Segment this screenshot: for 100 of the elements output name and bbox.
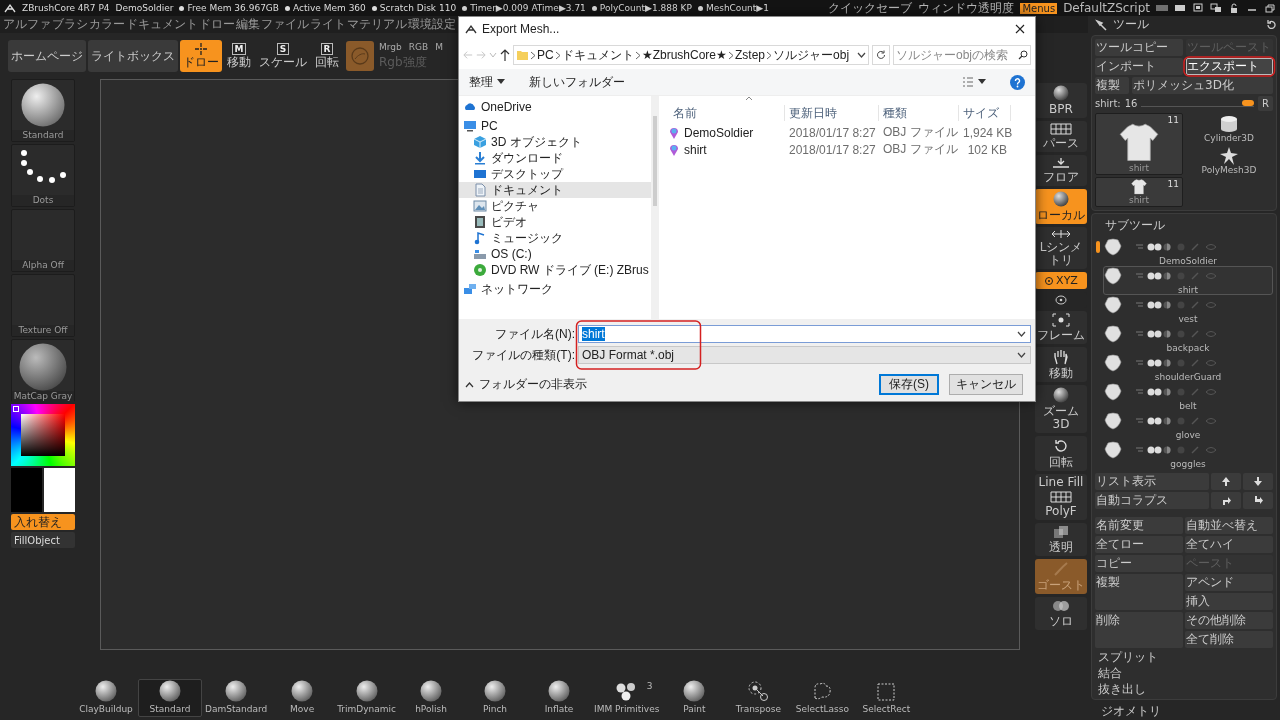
brush-button[interactable]: hPolish	[399, 679, 463, 717]
subtool-action-button[interactable]: 全て削除	[1185, 631, 1273, 648]
status-button[interactable]: ウィンドウ透明度	[918, 0, 1015, 17]
subtool-item[interactable]: shoulderGuard	[1103, 353, 1273, 382]
brush-button[interactable]: DamStandard	[202, 679, 271, 717]
subtool-action-button[interactable]: 全てハイ	[1185, 536, 1273, 553]
list-button[interactable]: リスト表示	[1095, 473, 1209, 490]
mode-toggle[interactable]: RGB	[408, 41, 429, 52]
arrow-button[interactable]	[1243, 492, 1273, 509]
brush-button[interactable]: Inflate	[527, 679, 591, 717]
window-icon[interactable]	[1192, 3, 1204, 13]
arrow-button[interactable]	[1211, 473, 1241, 490]
status-button[interactable]: クイックセーブ	[828, 0, 913, 17]
menu-item[interactable]: 環境設定	[408, 16, 456, 33]
nav-item[interactable]: OS (C:)	[459, 246, 651, 262]
subtool-item[interactable]: shirt	[1103, 266, 1273, 295]
brush-button[interactable]: Move	[270, 679, 335, 717]
bars-icon[interactable]	[1174, 3, 1186, 13]
tool-button[interactable]: インポート	[1095, 58, 1183, 75]
save-button[interactable]: 保存(S)	[879, 374, 939, 395]
thumbnail-tile[interactable]: MatCap Gray	[11, 339, 75, 402]
draw-button[interactable]: ドロー	[180, 40, 222, 72]
menu-item[interactable]: 結合	[1095, 666, 1273, 680]
slider-thumb[interactable]	[1242, 100, 1254, 106]
subtool-action-button[interactable]: 削除	[1095, 612, 1183, 648]
subtool-action-button[interactable]: 自動並べ替え	[1185, 517, 1273, 534]
tool-thumbnail[interactable]: 11 shirt	[1095, 113, 1183, 175]
chevron-down-icon[interactable]	[857, 51, 866, 59]
file-type-dropdown[interactable]: OBJ Format *.obj	[578, 346, 1031, 364]
brush-button[interactable]: Standard	[138, 679, 202, 717]
nav-item[interactable]: OneDrive	[459, 99, 651, 115]
brush-button[interactable]: TrimDynamic	[334, 679, 399, 717]
breadcrumb[interactable]: ソルジャーobj	[773, 46, 850, 64]
view-tool-button[interactable]: フロア	[1035, 155, 1087, 186]
tool-button[interactable]: エクスポート	[1185, 58, 1273, 75]
nav-item[interactable]: ドキュメント	[459, 182, 651, 198]
nav-item[interactable]: ネットワーク	[459, 281, 651, 297]
view-tool-button[interactable]: ソロ	[1035, 597, 1087, 630]
brush-button[interactable]: SelectRect	[854, 679, 919, 717]
window-icon[interactable]	[1210, 3, 1222, 13]
address-bar[interactable]: PC ドキュメント ★ZbrushCore★ Zstep ソルジャーobj	[513, 45, 869, 65]
column-header[interactable]: 種類	[879, 105, 959, 121]
view-tool-button[interactable]: XYZ	[1035, 272, 1087, 289]
section-header[interactable]: ジオメトリ	[1091, 702, 1277, 720]
menu-item[interactable]: ファイル	[261, 16, 309, 33]
tool-button[interactable]: 複製	[1095, 77, 1129, 94]
list-button[interactable]: 自動コラプス	[1095, 492, 1209, 509]
nav-item[interactable]: 3D オブジェクト	[459, 134, 651, 150]
subdivision-slider[interactable]	[1141, 100, 1254, 107]
cancel-button[interactable]: キャンセル	[949, 374, 1023, 395]
refresh-button[interactable]	[872, 45, 890, 65]
color-swatch[interactable]	[44, 468, 75, 512]
toolbar-button[interactable]: R 回転	[312, 40, 342, 72]
brush-button[interactable]: Pinch	[463, 679, 527, 717]
arrow-button[interactable]	[1243, 473, 1273, 490]
tool-item[interactable]: PolyMesh3D	[1185, 145, 1273, 175]
tool-button[interactable]: ツールコピー	[1095, 39, 1183, 56]
menu-item[interactable]: アルファ	[3, 16, 51, 33]
help-icon[interactable]	[1010, 74, 1025, 90]
subtool-action-button[interactable]: 名前変更	[1095, 517, 1183, 534]
subtool-item[interactable]: DemoSoldier	[1103, 237, 1273, 266]
thumbnail-tile[interactable]: Standard	[11, 79, 75, 142]
toolbar-button[interactable]: ホームページ	[8, 40, 86, 72]
search-field[interactable]: ソルジャーobjの検索	[893, 45, 1031, 65]
tool-button[interactable]: ポリメッシュ3D化	[1132, 77, 1273, 94]
brush-button[interactable]: Paint	[662, 679, 727, 717]
column-header[interactable]: 更新日時	[785, 105, 879, 121]
hide-folders-toggle[interactable]: フォルダーの非表示	[465, 376, 587, 393]
menu-item[interactable]: ドキュメント	[126, 16, 198, 33]
subtool-item[interactable]: goggles	[1103, 440, 1273, 469]
subtool-action-button[interactable]: 挿入	[1185, 593, 1273, 610]
mode-toggle[interactable]: M	[435, 41, 443, 52]
restore-icon[interactable]	[1264, 3, 1276, 13]
view-tool-button[interactable]: Line Fill PolyF	[1035, 474, 1087, 520]
view-tool-button[interactable]: BPR	[1035, 83, 1087, 118]
file-name-field[interactable]: shirt	[578, 325, 1031, 343]
menu-item[interactable]: ブラシ	[52, 16, 88, 33]
subtool-item[interactable]: glove	[1103, 411, 1273, 440]
subtool-action-button[interactable]: その他削除	[1185, 612, 1273, 629]
menu-item[interactable]: カラー	[89, 16, 125, 33]
subtool-action-button[interactable]: 複製	[1095, 574, 1183, 610]
mode-toggle[interactable]: Mrgb	[379, 41, 402, 52]
brush-button[interactable]: Transpose	[726, 679, 791, 717]
tool-item[interactable]: Cylinder3D	[1185, 113, 1273, 143]
swap-button[interactable]: 入れ替え	[11, 514, 75, 530]
color-swatch[interactable]	[11, 468, 42, 512]
menus-toggle[interactable]: Menus	[1020, 2, 1058, 14]
view-options-button[interactable]	[962, 77, 986, 87]
menu-item[interactable]: マテリアル	[347, 16, 407, 33]
nav-item[interactable]: DVD RW ドライブ (E:) ZBrus	[459, 262, 651, 278]
brush-button[interactable]: 3 IMM Primitives	[591, 679, 663, 717]
lock-icon[interactable]	[1228, 3, 1240, 13]
view-tool-button[interactable]: 移動	[1035, 347, 1087, 382]
nav-item[interactable]: デスクトップ	[459, 166, 651, 182]
arrow-button[interactable]	[1211, 492, 1241, 509]
nav-item[interactable]: ビデオ	[459, 214, 651, 230]
menu-item[interactable]: スプリット	[1095, 650, 1273, 664]
brush-button[interactable]: SelectLasso	[790, 679, 855, 717]
column-header[interactable]: 名前	[669, 105, 785, 121]
subtool-item[interactable]: belt	[1103, 382, 1273, 411]
